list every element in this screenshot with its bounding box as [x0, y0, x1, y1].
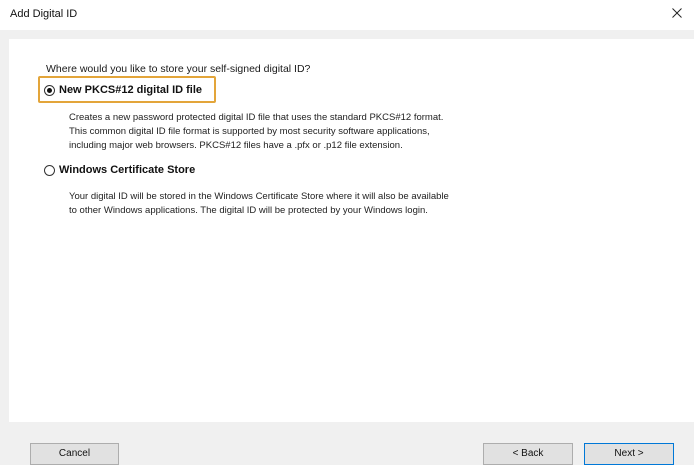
cancel-button[interactable]: Cancel: [30, 443, 119, 465]
close-icon: [672, 8, 682, 18]
windows-store-radio-button[interactable]: [44, 164, 55, 176]
windows-store-description-line: Your digital ID will be stored in the Wi…: [69, 191, 449, 202]
add-digital-id-dialog: Add Digital ID Where would you like to s…: [0, 0, 694, 465]
option-pkcs12-file[interactable]: New PKCS#12 digital ID file: [44, 84, 202, 96]
windows-store-description-line: to other Windows applications. The digit…: [69, 205, 428, 216]
windows-store-option-label[interactable]: Windows Certificate Store: [59, 164, 195, 176]
pkcs12-option-label[interactable]: New PKCS#12 digital ID file: [59, 84, 202, 96]
pkcs12-description-line: This common digital ID file format is su…: [69, 126, 430, 137]
pkcs12-radio-button[interactable]: [44, 84, 55, 96]
back-button[interactable]: < Back: [483, 443, 573, 465]
storage-question: Where would you like to store your self-…: [46, 63, 311, 75]
pkcs12-description: Creates a new password protected digital…: [69, 111, 443, 153]
pkcs12-description-line: Creates a new password protected digital…: [69, 112, 444, 123]
pkcs12-description-line: including major web browsers. PKCS#12 fi…: [69, 140, 403, 151]
next-button[interactable]: Next >: [584, 443, 674, 465]
windows-store-description: Your digital ID will be stored in the Wi…: [69, 190, 449, 218]
close-button[interactable]: [660, 0, 694, 26]
title-bar: Add Digital ID: [0, 0, 694, 30]
option-windows-certificate-store[interactable]: Windows Certificate Store: [44, 164, 195, 176]
window-title: Add Digital ID: [10, 8, 78, 20]
content-panel: Where would you like to store your self-…: [9, 39, 694, 422]
